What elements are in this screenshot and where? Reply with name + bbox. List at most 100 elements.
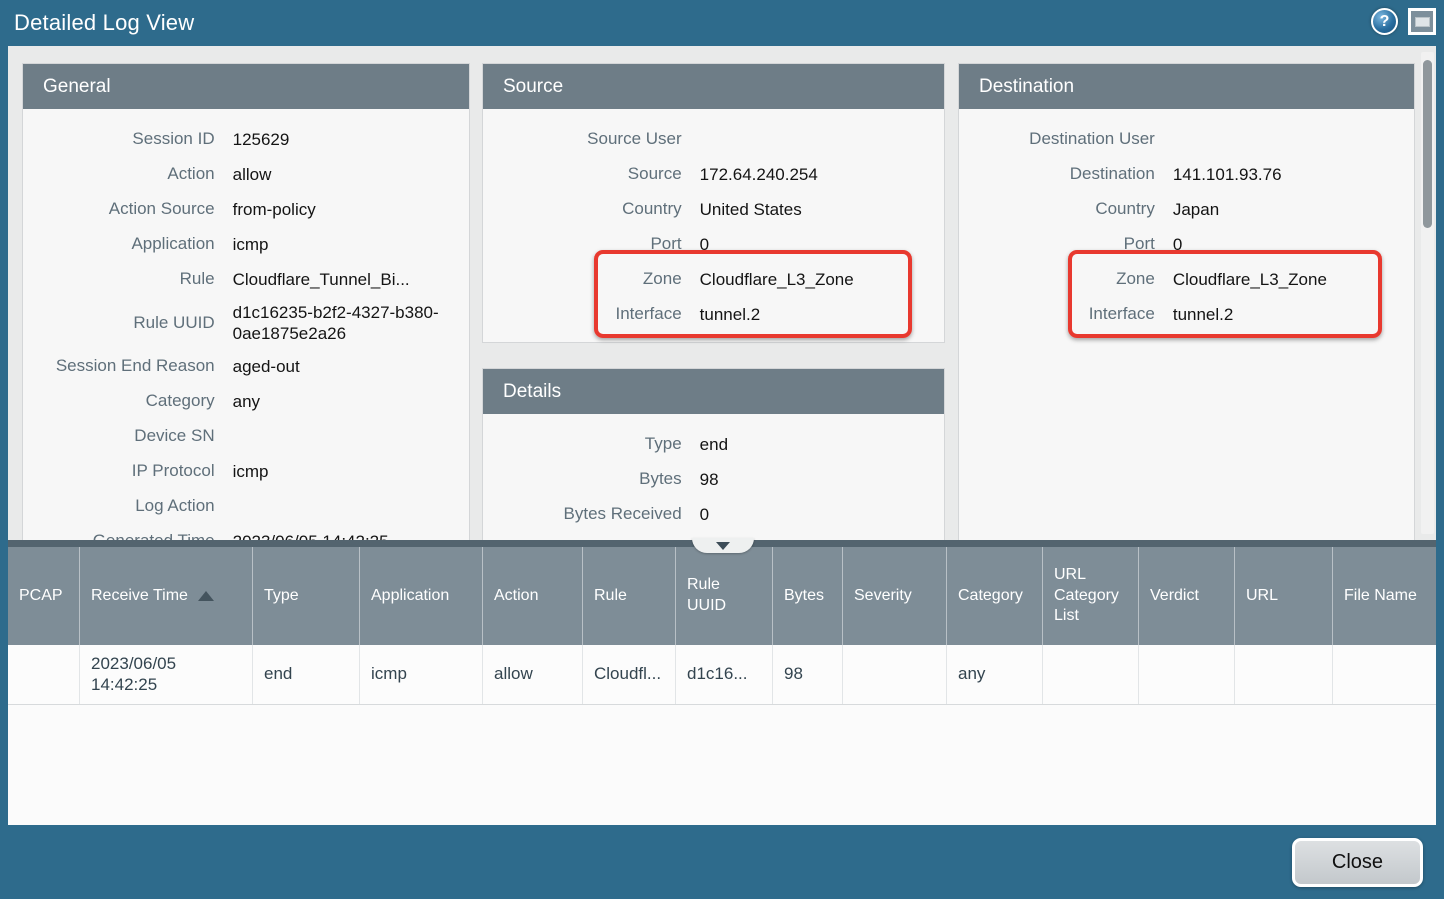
column-header-type[interactable]: Type [253,547,360,645]
field-row-destination-country: CountryJapan [959,192,1414,227]
close-button[interactable]: Close [1292,838,1423,887]
table-cell-category: any [947,645,1043,704]
field-label: Port [959,234,1173,254]
field-label: Bytes Received [483,504,700,524]
table-cell-bytes: 98 [773,645,843,704]
field-label: Category [23,391,233,411]
field-label: Destination [959,164,1173,184]
column-header-severity[interactable]: Severity [843,547,947,645]
help-glyph: ? [1380,13,1390,31]
log-detail-section: General Session ID125629 Actionallow Act… [8,46,1436,540]
column-label: Severity [854,586,912,607]
column-label: Bytes [784,586,824,607]
field-label: Session ID [23,129,233,149]
log-table-header: PCAP Receive Time Type Application Actio… [8,547,1436,645]
field-row-source-zone: ZoneCloudflare_L3_Zone [483,262,944,297]
details-panel-header: Details [483,369,944,414]
column-label: Category [958,586,1023,607]
table-cell-action: allow [483,645,583,704]
field-value: end [700,434,944,455]
window-restore-inner [1415,17,1430,27]
field-label: Country [483,199,700,219]
scrollbar-thumb[interactable] [1423,60,1432,228]
table-cell-rule-uuid: d1c16... [676,645,773,704]
field-label: Log Action [23,496,233,516]
field-value: icmp [233,461,469,482]
table-cell-application: icmp [360,645,483,704]
table-cell-pcap [8,645,80,704]
column-header-category[interactable]: Category [947,547,1043,645]
field-label: Zone [959,269,1173,289]
destination-panel: Destination Destination User Destination… [958,63,1415,540]
field-row-ip-protocol: IP Protocolicmp [23,454,469,489]
column-label: Action [494,586,538,607]
field-value: Cloudflare_L3_Zone [1173,269,1414,290]
source-panel-header: Source [483,64,944,109]
field-row-session-end-reason: Session End Reasonaged-out [23,349,469,384]
field-value: 172.64.240.254 [700,164,944,185]
field-value: icmp [233,234,469,255]
column-label: Rule [594,586,627,607]
column-header-rule[interactable]: Rule [583,547,676,645]
field-row-source: Source172.64.240.254 [483,157,944,192]
field-value: tunnel.2 [1173,304,1414,325]
field-label: Interface [483,304,700,324]
column-label: URL [1246,586,1278,607]
chevron-down-icon [716,542,730,550]
column-label: Receive Time [91,586,188,607]
field-row-destination-zone: ZoneCloudflare_L3_Zone [959,262,1414,297]
collapse-handle[interactable] [692,538,754,553]
column-header-application[interactable]: Application [360,547,483,645]
column-header-verdict[interactable]: Verdict [1139,547,1235,645]
field-row-action: Actionallow [23,157,469,192]
field-row-category: Categoryany [23,384,469,419]
general-panel-header: General [23,64,469,109]
table-cell-rule: Cloudfl... [583,645,676,704]
sort-ascending-icon [198,591,214,601]
column-header-action[interactable]: Action [483,547,583,645]
details-panel: Details Typeend Bytes98 Bytes Received0 [482,368,945,540]
field-label: Bytes [483,469,700,489]
field-label: Zone [483,269,700,289]
field-row-source-port: Port0 [483,227,944,262]
column-header-rule-uuid[interactable]: Rule UUID [676,547,773,645]
column-label: Application [371,586,449,607]
table-cell-type: end [253,645,360,704]
field-value: from-policy [233,199,469,220]
field-value: aged-out [233,356,469,377]
column-label: File Name [1344,586,1417,607]
column-header-bytes[interactable]: Bytes [773,547,843,645]
table-row[interactable]: 2023/06/05 14:42:25 end icmp allow Cloud… [8,645,1436,705]
field-value: 98 [700,469,944,490]
window-restore-icon[interactable] [1408,8,1436,35]
field-row-destination-port: Port0 [959,227,1414,262]
field-label: Rule UUID [23,313,233,333]
column-header-receive-time[interactable]: Receive Time [80,547,253,645]
field-row-destination: Destination141.101.93.76 [959,157,1414,192]
field-row-rule-uuid: Rule UUIDd1c16235-b2f2-4327-b380-0ae1875… [23,297,469,349]
table-cell-receive-time: 2023/06/05 14:42:25 [80,645,253,704]
column-header-url-category-list[interactable]: URL Category List [1043,547,1139,645]
field-value: United States [700,199,944,220]
field-value: allow [233,164,469,185]
field-value: 125629 [233,129,469,150]
field-value: Japan [1173,199,1414,220]
column-header-file-name[interactable]: File Name [1333,547,1436,645]
column-label: Verdict [1150,586,1199,607]
field-row-generated-time: Generated Time2023/06/05 14:42:25 [23,524,469,540]
field-label: Port [483,234,700,254]
column-header-pcap[interactable]: PCAP [8,547,80,645]
field-value: any [233,391,469,412]
vertical-scrollbar[interactable] [1421,52,1434,534]
field-value: 141.101.93.76 [1173,164,1414,185]
destination-panel-body: Destination User Destination141.101.93.7… [959,109,1414,332]
field-label: Source [483,164,700,184]
field-label: Device SN [23,426,233,446]
table-cell-severity [843,645,947,704]
help-icon[interactable]: ? [1371,8,1398,35]
field-value: Cloudflare_Tunnel_Bi... [233,269,469,290]
field-value: Cloudflare_L3_Zone [700,269,944,290]
column-header-url[interactable]: URL [1235,547,1333,645]
log-table: PCAP Receive Time Type Application Actio… [8,547,1436,825]
field-label: Destination User [959,129,1173,149]
